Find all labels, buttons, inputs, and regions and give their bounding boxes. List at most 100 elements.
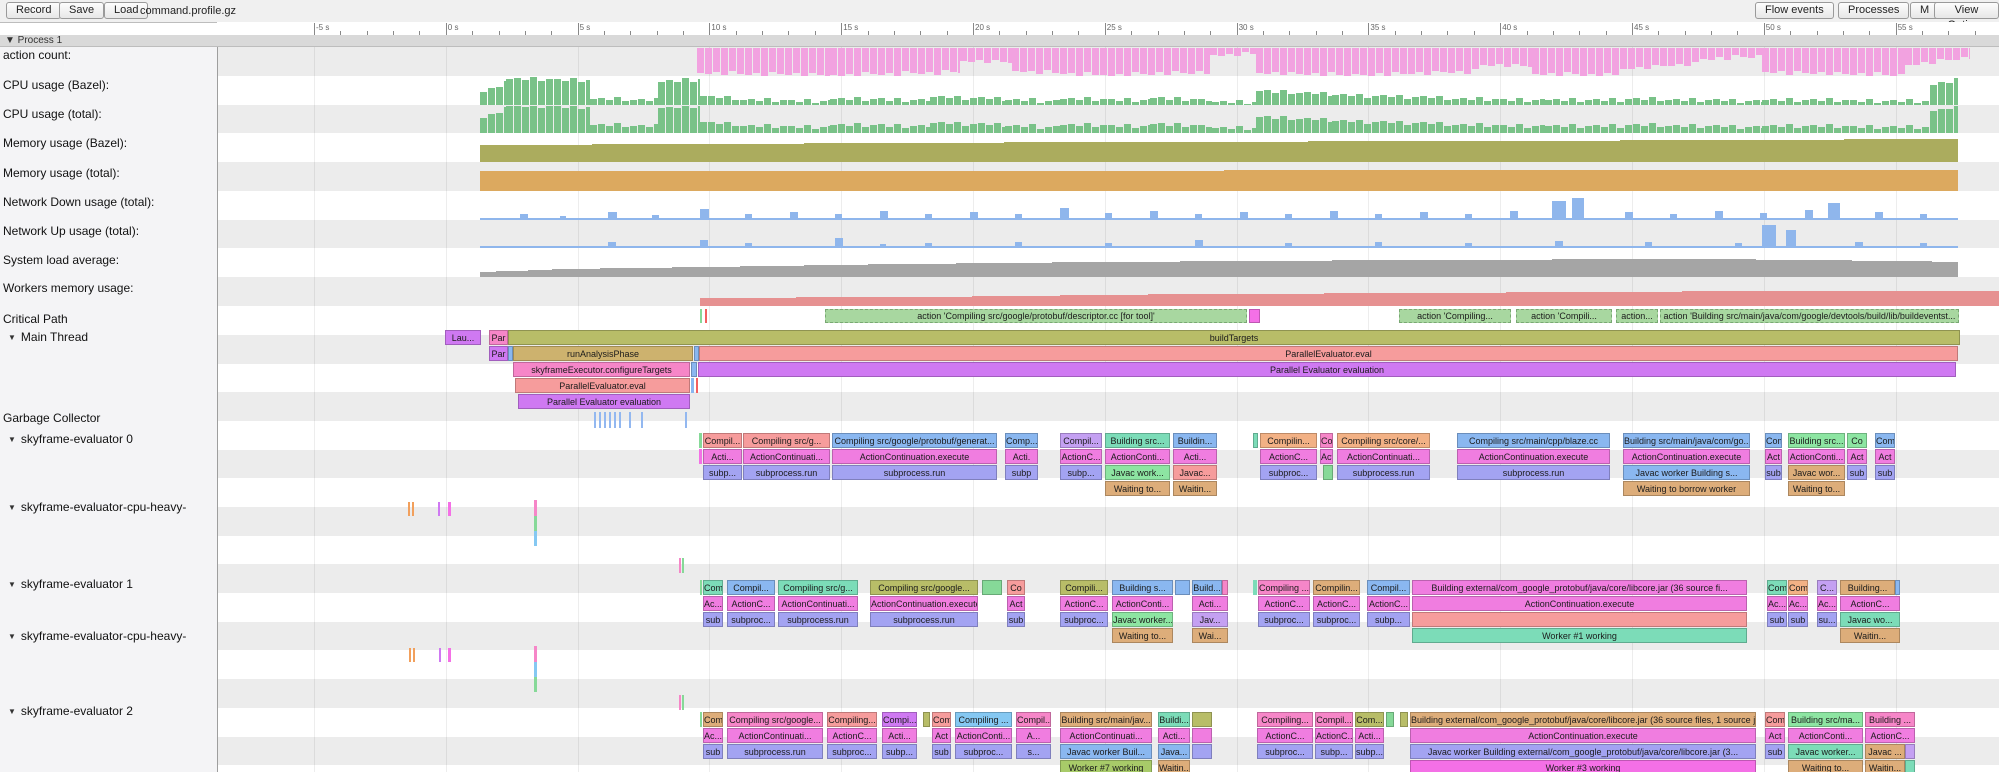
sidebar-item-skyframe-evaluator-1[interactable]: ▼skyframe-evaluator 1 (0, 577, 217, 593)
trace-event-bar[interactable]: ActionContinuation.execute (870, 596, 978, 611)
trace-event-bar[interactable] (699, 449, 702, 464)
trace-event-bar[interactable] (923, 712, 930, 727)
gc-tick[interactable] (594, 412, 596, 428)
trace-event-bar[interactable]: subp... (1355, 744, 1384, 759)
trace-event-bar[interactable] (1249, 309, 1260, 323)
trace-event-bar[interactable] (700, 580, 702, 595)
collapse-arrow-icon[interactable]: ▼ (8, 632, 16, 641)
trace-event-tick[interactable] (682, 695, 684, 710)
trace-event-bar[interactable] (705, 309, 707, 323)
trace-event-bar[interactable]: subprocess.run (727, 744, 823, 759)
trace-event-bar[interactable]: Com (1875, 433, 1895, 448)
trace-event-bar[interactable]: Act (1007, 596, 1025, 611)
gc-tick[interactable] (619, 412, 621, 428)
trace-event-bar[interactable] (1323, 465, 1333, 480)
trace-event-bar[interactable]: Compilin... (1260, 433, 1317, 448)
trace-event-bar[interactable] (1222, 580, 1228, 595)
trace-event-bar[interactable]: Com (703, 580, 723, 595)
trace-event-bar[interactable]: Compil... (1016, 712, 1051, 727)
trace-event-bar[interactable]: sub (932, 744, 951, 759)
process-header[interactable]: ▼ Process 1 (0, 35, 1999, 47)
trace-event-bar[interactable]: Building ... (1865, 712, 1915, 727)
trace-event-bar[interactable]: Javac worker Building external/com_googl… (1410, 744, 1756, 759)
trace-event-bar[interactable]: Waitin... (1840, 628, 1900, 643)
trace-event-bar[interactable]: subproc... (1260, 465, 1317, 480)
trace-event-bar[interactable]: Co (1007, 580, 1025, 595)
collapse-arrow-icon[interactable]: ▼ (8, 580, 16, 589)
trace-event-bar[interactable]: Ac... (1788, 596, 1808, 611)
trace-event-bar[interactable]: ActionContinuati... (727, 728, 823, 743)
sidebar-item-main-thread[interactable]: ▼Main Thread (0, 330, 217, 346)
trace-event-bar[interactable]: Build... (1192, 580, 1222, 595)
trace-event-bar[interactable]: sub (1767, 612, 1787, 627)
trace-event-tick[interactable] (408, 502, 410, 516)
time-ruler[interactable]: -5 s0 s5 s10 s15 s20 s25 s30 s35 s40 s45… (217, 22, 1999, 36)
gc-tick[interactable] (609, 412, 611, 428)
trace-event-bar[interactable] (1905, 760, 1915, 772)
trace-event-bar[interactable]: subproc... (1258, 612, 1310, 627)
trace-event-bar[interactable] (1895, 580, 1900, 595)
trace-event-bar[interactable]: Acti... (1355, 728, 1384, 743)
trace-event-bar[interactable]: subproc... (727, 612, 775, 627)
trace-event-bar[interactable]: Lau... (445, 330, 481, 345)
trace-event-bar[interactable]: Javac... (1173, 465, 1217, 480)
trace-event-bar[interactable]: action 'Building src/main/java/com/googl… (1660, 309, 1959, 323)
trace-event-bar[interactable] (1253, 580, 1257, 595)
trace-event-bar[interactable]: subprocess.run (832, 465, 997, 480)
trace-event-bar[interactable]: Compiling src/main/cpp/blaze.cc (1457, 433, 1610, 448)
trace-event-bar[interactable]: sub (703, 612, 723, 627)
trace-event-bar[interactable]: subp... (1367, 612, 1410, 627)
trace-event-bar[interactable]: Act (1847, 449, 1867, 464)
trace-event-bar[interactable]: Javac worker... (1788, 744, 1863, 759)
trace-event-bar[interactable]: Act (1765, 449, 1782, 464)
trace-event-bar[interactable]: subproc... (1257, 744, 1313, 759)
trace-event-bar[interactable]: ActionC... (1313, 596, 1360, 611)
trace-event-bar[interactable] (691, 362, 697, 377)
trace-event-bar[interactable]: Acti... (1158, 728, 1190, 743)
trace-event-bar[interactable]: Building s... (1112, 580, 1173, 595)
trace-event-bar[interactable] (1253, 433, 1258, 448)
trace-event-bar[interactable]: Compil... (703, 433, 742, 448)
trace-event-tick[interactable] (448, 648, 451, 662)
trace-event-bar[interactable] (1400, 712, 1408, 727)
trace-event-bar[interactable]: subproc... (827, 744, 877, 759)
save-button[interactable]: Save (59, 2, 104, 19)
trace-event-bar[interactable]: Compiling ... (955, 712, 1012, 727)
processes-button[interactable]: Processes (1838, 2, 1909, 19)
record-button[interactable]: Record (6, 2, 61, 19)
trace-event-bar[interactable]: Waiting to borrow worker (1623, 481, 1750, 496)
trace-event-bar[interactable]: subprocess.run (870, 612, 978, 627)
trace-event-bar[interactable]: Compiling... (1257, 712, 1313, 727)
trace-event-bar[interactable]: Compiling src/core/... (1337, 433, 1430, 448)
trace-event-bar[interactable]: sub (1847, 465, 1867, 480)
gc-tick[interactable] (685, 412, 687, 428)
trace-event-bar[interactable]: Act (1320, 449, 1333, 464)
trace-event-bar[interactable]: Worker #3 working (1410, 760, 1756, 772)
trace-event-bar[interactable]: sub (1788, 612, 1808, 627)
trace-event-bar[interactable]: subproc... (1313, 612, 1360, 627)
trace-event-bar[interactable]: ActionContinuati... (743, 449, 830, 464)
trace-event-tick[interactable] (412, 502, 414, 516)
timeline-canvas[interactable]: action 'Compiling src/google/protobuf/de… (217, 47, 1999, 772)
trace-event-bar[interactable]: ActionC... (827, 728, 877, 743)
trace-event-bar[interactable]: sub (1875, 465, 1895, 480)
sidebar-item-skyframe-evaluator-cpu-heavy[interactable]: ▼skyframe-evaluator-cpu-heavy- (0, 500, 217, 516)
trace-event-bar[interactable]: subprocess.run (1457, 465, 1610, 480)
collapse-arrow-icon[interactable]: ▼ (8, 435, 16, 444)
trace-event-bar[interactable]: Building src/main/java/com/go... (1623, 433, 1750, 448)
trace-event-bar[interactable] (1412, 612, 1747, 627)
trace-event-bar[interactable]: subp... (882, 744, 917, 759)
trace-event-bar[interactable]: Compil... (727, 580, 775, 595)
trace-event-bar[interactable] (700, 712, 702, 727)
trace-event-bar[interactable]: Com (1788, 580, 1808, 595)
trace-event-bar[interactable]: Waitin... (1173, 481, 1217, 496)
trace-event-bar[interactable] (1192, 728, 1212, 743)
trace-event-bar[interactable] (1386, 712, 1394, 727)
trace-event-bar[interactable]: Compiling... (827, 712, 877, 727)
trace-event-bar[interactable]: Par (489, 346, 508, 361)
trace-event-bar[interactable]: Co (1320, 433, 1333, 448)
trace-event-bar[interactable]: subp (1005, 465, 1038, 480)
trace-event-bar[interactable]: action 'Compiling src/google/protobuf/de… (825, 309, 1247, 323)
trace-event-bar[interactable]: Com (1765, 433, 1782, 448)
flow-events-button[interactable]: Flow events (1755, 2, 1834, 19)
